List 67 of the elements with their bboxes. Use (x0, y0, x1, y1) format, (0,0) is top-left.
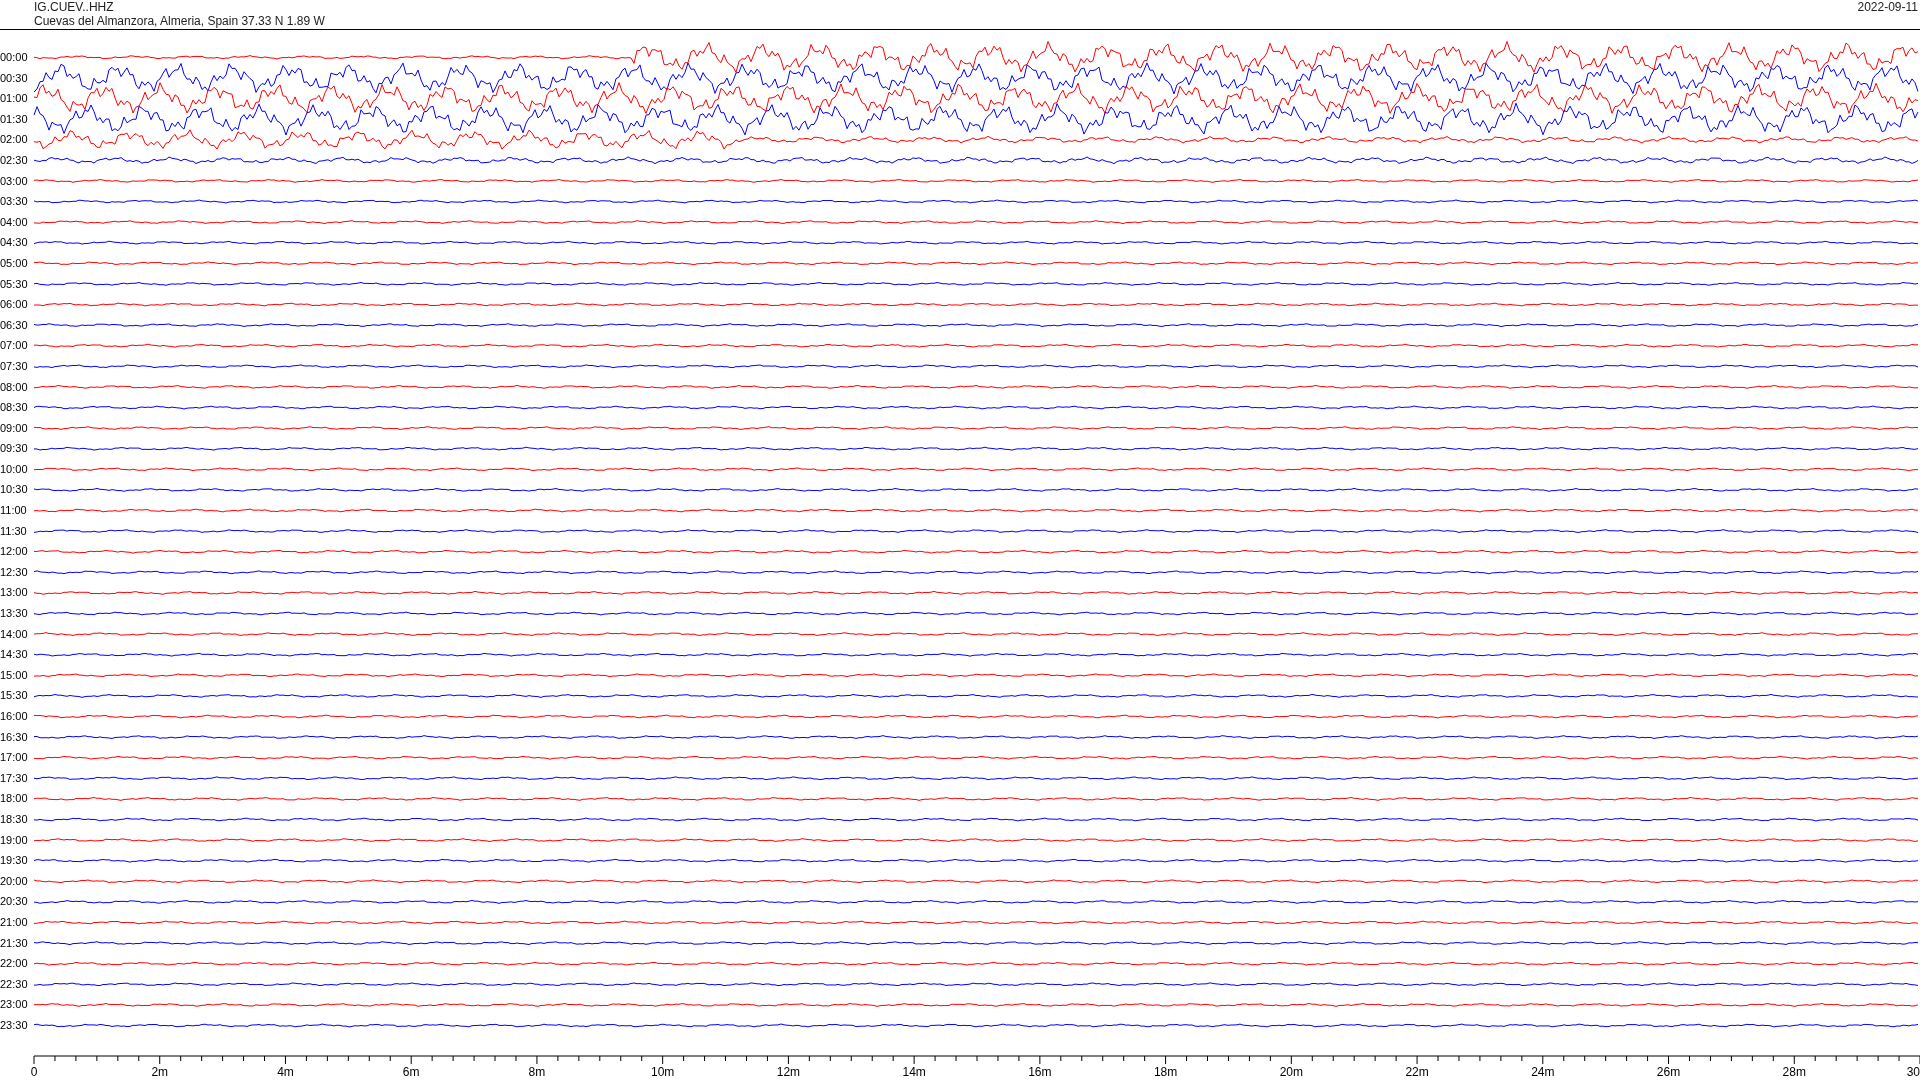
axis-label: 18m (1153, 1065, 1178, 1079)
time-label: 01:00 (0, 91, 29, 107)
time-label: 02:30 (0, 152, 29, 168)
time-label: 19:30 (0, 853, 29, 869)
time-label: 13:00 (0, 585, 29, 601)
time-label: 20:30 (0, 894, 29, 910)
date-label: 2022-09-11 (1857, 0, 1918, 14)
time-label: 14:30 (0, 647, 29, 663)
time-label: 10:00 (0, 461, 29, 477)
time-label: 03:30 (0, 194, 29, 210)
time-label: 12:30 (0, 564, 29, 580)
time-label: 18:00 (0, 791, 29, 807)
time-label: 18:30 (0, 811, 29, 827)
axis-label: 0 (30, 1065, 38, 1079)
time-label: 01:30 (0, 111, 29, 127)
time-label: 10:30 (0, 482, 29, 498)
axis-label: 12m (776, 1065, 801, 1079)
station-location: Cuevas del Almanzora, Almeria, Spain 37.33 N 1.89 W (34, 14, 325, 28)
time-label: 20:00 (0, 873, 29, 889)
axis-label: 6m (402, 1065, 420, 1079)
time-label: 12:00 (0, 544, 29, 560)
time-label: 04:30 (0, 235, 29, 251)
time-label: 05:30 (0, 276, 29, 292)
axis-label: 14m (902, 1065, 926, 1079)
time-label: 21:00 (0, 914, 29, 930)
time-label: 11:00 (0, 503, 28, 519)
time-label: 13:30 (0, 606, 29, 622)
axis-label: 8m (528, 1065, 546, 1079)
time-label: 16:30 (0, 729, 29, 745)
time-label: 06:00 (0, 297, 29, 313)
time-label: 02:00 (0, 132, 29, 148)
axis-label: 16m (1028, 1065, 1052, 1079)
time-label: 05:00 (0, 255, 29, 271)
axis-label: 20m (1279, 1065, 1303, 1079)
time-label: 08:30 (0, 400, 29, 416)
time-label: 21:30 (0, 935, 29, 951)
time-label: 14:00 (0, 626, 29, 642)
time-label: 03:00 (0, 173, 29, 189)
time-label: 17:30 (0, 770, 29, 786)
time-label: 08:00 (0, 379, 29, 395)
axis-label: 10m (651, 1065, 675, 1079)
station-code: IG.CUEV..HHZ (34, 0, 115, 14)
time-label: 19:00 (0, 832, 29, 848)
time-label: 17:00 (0, 750, 29, 766)
time-label: 00:00 (0, 50, 29, 65)
time-label: 07:30 (0, 358, 29, 374)
time-label: 09:00 (0, 420, 29, 436)
time-label: 07:00 (0, 338, 29, 354)
time-label: 09:30 (0, 441, 29, 457)
time-label: 22:00 (0, 956, 29, 972)
time-label: 16:00 (0, 709, 29, 724)
axis-label: 22m (1405, 1065, 1429, 1079)
axis-label: 24m (1531, 1065, 1555, 1079)
time-label: 04:00 (0, 214, 29, 230)
time-label: 15:00 (0, 667, 29, 683)
axis-label: 2m (151, 1065, 169, 1079)
time-label: 23:30 (0, 1017, 29, 1033)
time-label: 15:30 (0, 688, 29, 704)
axis-label: 26m (1656, 1065, 1681, 1079)
time-label: 11:30 (0, 523, 28, 539)
time-label: 22:30 (0, 976, 29, 992)
axis-label: 28m (1782, 1065, 1806, 1079)
axis-label: 30 (1906, 1065, 1920, 1079)
axis-label: 4m (277, 1065, 294, 1079)
time-label: 00:30 (0, 70, 29, 86)
time-label: 23:00 (0, 997, 29, 1013)
time-label: 06:30 (0, 317, 29, 333)
